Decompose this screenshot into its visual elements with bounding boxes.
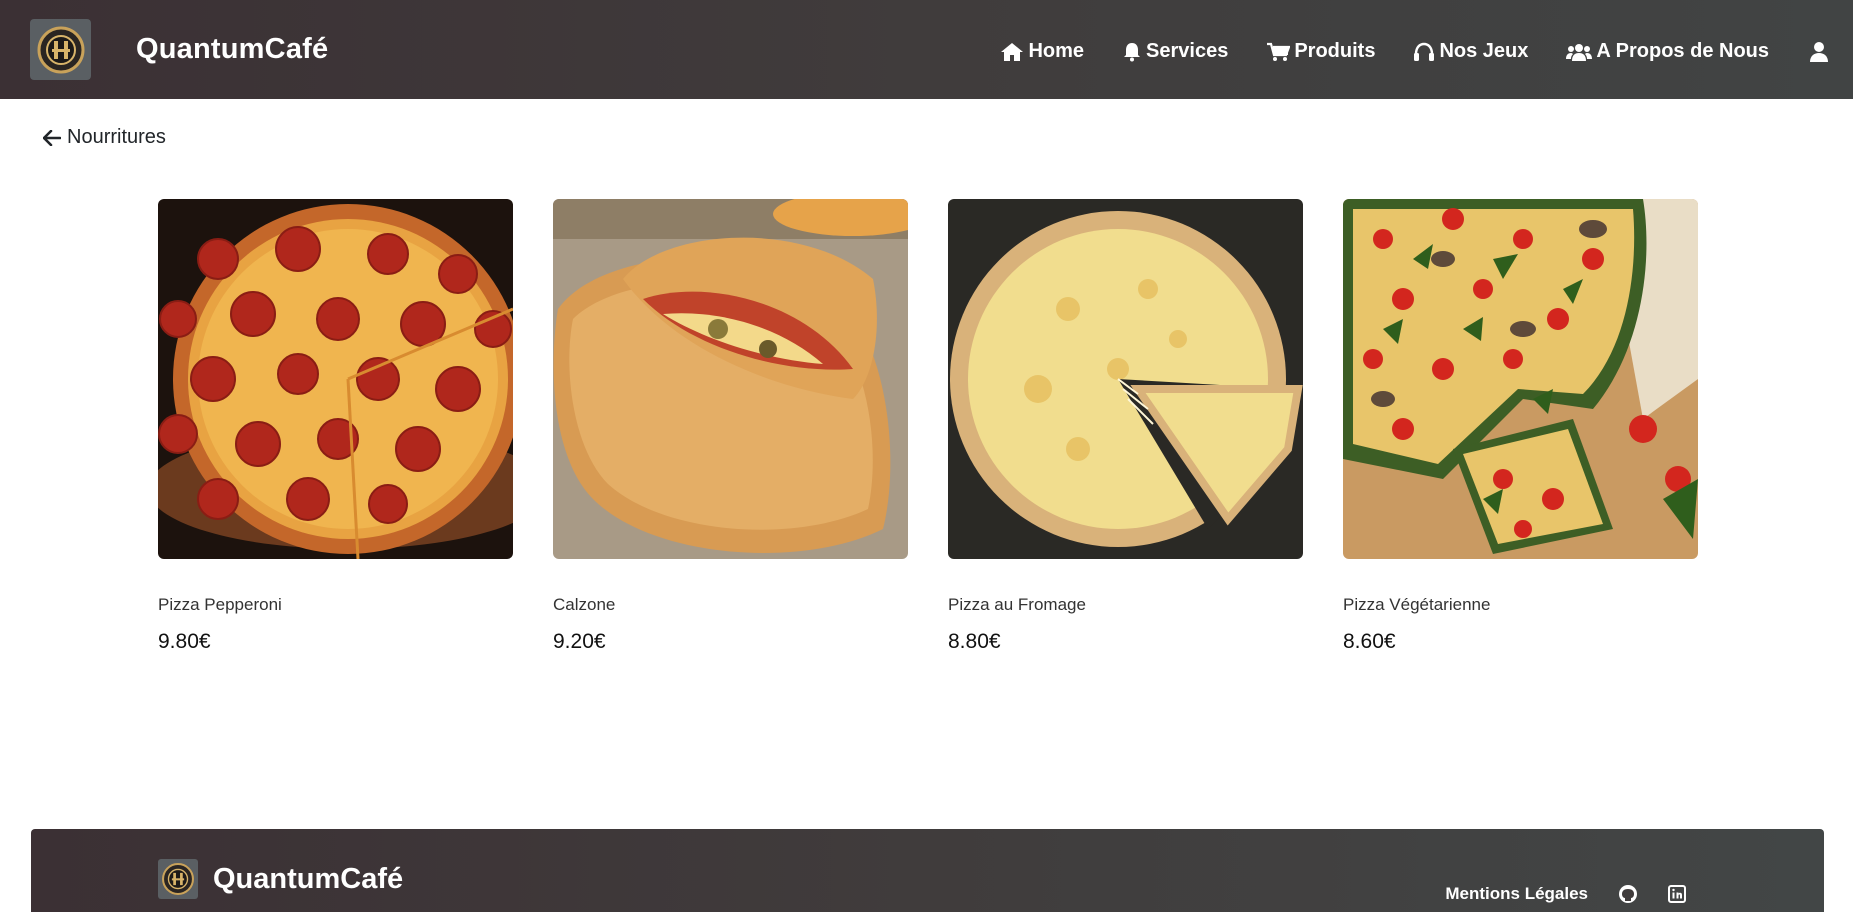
- nav-apropos-label: A Propos de Nous: [1596, 40, 1769, 62]
- headphones-icon: [1414, 42, 1435, 61]
- footer-brand[interactable]: QuantumCafé: [158, 859, 403, 899]
- quantumcafe-logo: [30, 19, 91, 80]
- linkedin-link[interactable]: [1668, 885, 1686, 903]
- linkedin-icon: [1668, 885, 1686, 903]
- product-card[interactable]: Pizza au Fromage 8.80€: [948, 199, 1303, 654]
- nav-home[interactable]: Home: [1000, 40, 1084, 63]
- product-image-calzone[interactable]: [553, 199, 908, 559]
- footer-links: Mentions Légales: [1445, 884, 1686, 904]
- product-image-fromage[interactable]: [948, 199, 1303, 559]
- nav-jeux-label: Nos Jeux: [1439, 40, 1529, 62]
- nav-services-label: Services: [1146, 40, 1229, 62]
- user-icon: [1810, 41, 1828, 62]
- product-card[interactable]: Pizza Végétarienne 8.60€: [1343, 199, 1698, 654]
- cart-icon: [1267, 42, 1291, 61]
- brand-name: QuantumCafé: [136, 33, 329, 65]
- github-link[interactable]: [1618, 884, 1638, 904]
- mentions-legales-link[interactable]: Mentions Légales: [1445, 884, 1588, 904]
- bell-icon: [1124, 42, 1141, 61]
- nav-services[interactable]: Services: [1122, 40, 1228, 63]
- product-price: 8.80€: [948, 630, 1001, 653]
- product-card[interactable]: Calzone 9.20€: [553, 199, 908, 654]
- brand-link[interactable]: QuantumCafé: [30, 19, 328, 80]
- back-link-nourritures[interactable]: Nourritures: [43, 126, 166, 149]
- footer: QuantumCafé Mentions Légales: [31, 829, 1824, 912]
- top-navbar: QuantumCafé Home Services Produits Nos J…: [0, 0, 1853, 99]
- nav-jeux[interactable]: Nos Jeux: [1413, 40, 1528, 63]
- product-grid: Pizza Pepperoni 9.80€ Calzone 9.20€ Pizz…: [158, 199, 1698, 654]
- back-link-label: Nourritures: [67, 126, 166, 148]
- home-icon: [1001, 42, 1024, 61]
- product-image-pepperoni[interactable]: [158, 199, 513, 559]
- product-name: Pizza Pepperoni: [158, 595, 282, 614]
- github-icon: [1619, 885, 1637, 903]
- product-price: 8.60€: [1343, 630, 1396, 653]
- product-price: 9.20€: [553, 630, 606, 653]
- nav-apropos[interactable]: A Propos de Nous: [1566, 40, 1769, 63]
- arrow-left-icon: [43, 129, 61, 146]
- product-price: 9.80€: [158, 630, 211, 653]
- product-name: Pizza au Fromage: [948, 595, 1086, 614]
- product-name: Calzone: [553, 595, 616, 614]
- users-icon: [1566, 43, 1593, 61]
- product-card[interactable]: Pizza Pepperoni 9.80€: [158, 199, 513, 654]
- nav-produits[interactable]: Produits: [1266, 40, 1375, 63]
- quantumcafe-logo: [158, 859, 198, 899]
- footer-brand-name: QuantumCafé: [213, 862, 404, 895]
- product-name: Pizza Végétarienne: [1343, 595, 1491, 614]
- product-image-vegetarienne[interactable]: [1343, 199, 1698, 559]
- nav-produits-label: Produits: [1294, 40, 1376, 62]
- nav-links: Home Services Produits Nos Jeux A Propos…: [962, 40, 1829, 63]
- user-account-button[interactable]: [1809, 41, 1829, 63]
- nav-home-label: Home: [1028, 40, 1085, 62]
